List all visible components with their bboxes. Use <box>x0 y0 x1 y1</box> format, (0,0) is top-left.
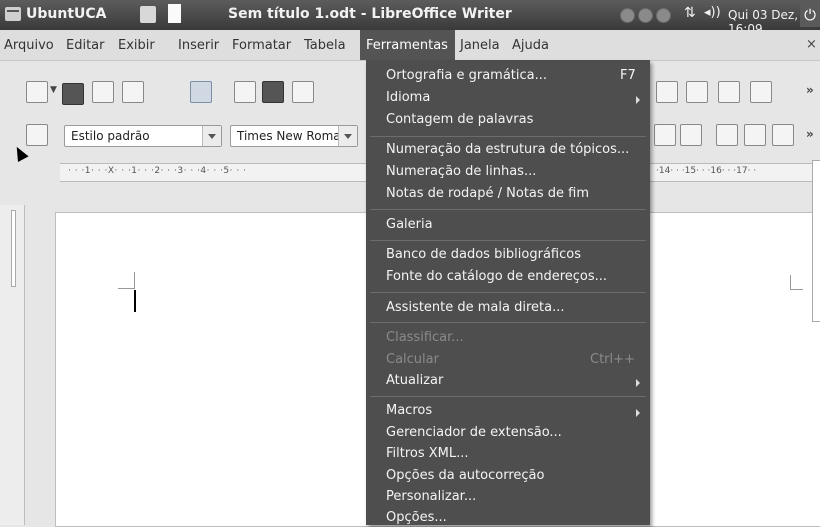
window-title: Sem título 1.odt - LibreOffice Writer <box>228 6 512 22</box>
menu-item-sort: Classificar... <box>386 330 464 345</box>
power-icon[interactable]: ⏻ <box>800 3 820 27</box>
menu-separator <box>370 209 646 210</box>
menu-item-outline-numbering[interactable]: Numeração da estrutura de tópicos... <box>386 142 629 157</box>
more-tools-icon[interactable]: » <box>806 83 814 97</box>
vertical-ruler-margin <box>11 210 16 287</box>
more-formatting-icon[interactable]: » <box>806 127 814 141</box>
draw-icon[interactable] <box>750 81 772 103</box>
menu-formatar[interactable]: Formatar <box>232 38 291 53</box>
submenu-arrow-icon <box>636 379 640 387</box>
font-name-select[interactable]: Times New Roma <box>230 125 358 147</box>
menu-item-options[interactable]: Opções... <box>386 510 447 525</box>
edit-mode-icon[interactable] <box>190 81 212 103</box>
chevron-down-icon[interactable] <box>338 126 357 146</box>
menu-item-spelling-shortcut: F7 <box>620 68 636 83</box>
email-icon[interactable] <box>122 81 144 103</box>
paragraph-style-value: Estilo padrão <box>71 129 150 143</box>
menu-inserir[interactable]: Inserir <box>178 38 219 53</box>
maximize-window-icon[interactable] <box>638 8 653 23</box>
text-boundary-corner <box>118 272 135 289</box>
menu-exibir[interactable]: Exibir <box>118 38 155 53</box>
vertical-scrollbar[interactable] <box>812 160 820 322</box>
menu-separator <box>370 136 646 137</box>
panel-document-icon[interactable] <box>140 6 156 23</box>
menu-item-extension-manager[interactable]: Gerenciador de extensão... <box>386 425 562 440</box>
menu-separator <box>370 322 646 323</box>
ruler-labels-right: ·14· · ·15· · ·16· · ·17· · <box>656 166 757 176</box>
menu-arquivo[interactable]: Arquivo <box>4 38 54 53</box>
menu-item-bibliography[interactable]: Banco de dados bibliográficos <box>386 247 581 262</box>
new-dropdown-icon[interactable]: ▼ <box>50 85 57 95</box>
menu-item-macros[interactable]: Macros <box>386 403 432 418</box>
paragraph-style-select[interactable]: Estilo padrão <box>64 125 222 147</box>
menu-item-language[interactable]: Idioma <box>386 90 430 105</box>
menu-item-mail-merge[interactable]: Assistente de mala direta... <box>386 300 565 315</box>
menu-tabela[interactable]: Tabela <box>304 38 346 53</box>
ubuntu-menu-icon[interactable] <box>5 7 21 21</box>
minimize-window-icon[interactable] <box>620 8 635 23</box>
submenu-arrow-icon <box>636 409 640 417</box>
mouse-pointer-icon <box>11 144 29 162</box>
brand-label[interactable]: UbuntUCA <box>26 6 107 22</box>
menu-item-xml-filters[interactable]: Filtros XML... <box>386 446 469 461</box>
styles-icon[interactable] <box>26 124 48 146</box>
table-icon[interactable] <box>718 81 740 103</box>
menu-item-spelling[interactable]: Ortografia e gramática... <box>386 68 547 83</box>
menu-item-autocorrect-options[interactable]: Opções da autocorreção <box>386 468 544 483</box>
new-document-icon[interactable] <box>26 81 48 103</box>
menu-item-address-book[interactable]: Fonte do catálogo de endereços... <box>386 269 607 284</box>
text-cursor <box>134 290 136 312</box>
justify-icon[interactable] <box>680 124 702 146</box>
menu-separator <box>370 396 646 397</box>
menu-item-customize[interactable]: Personalizar... <box>386 489 476 504</box>
menu-editar[interactable]: Editar <box>66 38 105 53</box>
print-icon[interactable] <box>262 81 284 103</box>
menu-separator <box>370 240 646 241</box>
close-document-icon[interactable]: × <box>806 37 817 52</box>
gallery-icon[interactable] <box>686 81 708 103</box>
save-icon[interactable] <box>92 81 114 103</box>
close-window-icon[interactable] <box>656 8 671 23</box>
align-right-icon[interactable] <box>654 124 676 146</box>
submenu-arrow-icon <box>636 96 640 104</box>
menu-ajuda[interactable]: Ajuda <box>512 38 549 53</box>
tools-menu: Ortografia e gramática... F7 Idioma Cont… <box>366 60 650 525</box>
export-pdf-icon[interactable] <box>234 81 256 103</box>
menu-ferramentas[interactable]: Ferramentas <box>366 38 448 53</box>
menu-separator <box>370 292 646 293</box>
menu-item-word-count[interactable]: Contagem de palavras <box>386 112 533 127</box>
volume-icon[interactable]: ◂)) <box>704 5 721 20</box>
top-panel: UbuntUCA Sem título 1.odt - LibreOffice … <box>0 0 820 36</box>
menu-item-calculate: Calcular <box>386 352 439 367</box>
menu-ferramentas-highlight[interactable]: Ferramentas <box>360 30 455 60</box>
network-icon[interactable]: ⇅ <box>684 5 696 21</box>
text-boundary-corner-right <box>790 275 803 290</box>
menu-item-calculate-shortcut: Ctrl++ <box>590 352 635 367</box>
menu-item-footnotes[interactable]: Notas de rodapé / Notas de fim <box>386 186 589 201</box>
print-preview-icon[interactable] <box>292 81 314 103</box>
navigator-icon[interactable] <box>656 81 678 103</box>
menu-item-update[interactable]: Atualizar <box>386 373 443 388</box>
menu-item-line-numbering[interactable]: Numeração de linhas... <box>386 164 536 179</box>
font-name-value: Times New Roma <box>237 129 341 143</box>
bullets-icon[interactable] <box>744 124 766 146</box>
decrease-indent-icon[interactable] <box>772 124 794 146</box>
menu-janela[interactable]: Janela <box>460 38 500 53</box>
ruler-labels: · · ·1· · ·X· · ·1· · ·2· · ·3· · ·4· · … <box>68 166 247 176</box>
menu-item-gallery[interactable]: Galeria <box>386 217 433 232</box>
numbering-icon[interactable] <box>716 124 738 146</box>
open-folder-icon[interactable] <box>62 83 84 105</box>
chevron-down-icon[interactable] <box>202 126 221 146</box>
panel-blank-document-icon[interactable] <box>168 4 181 23</box>
